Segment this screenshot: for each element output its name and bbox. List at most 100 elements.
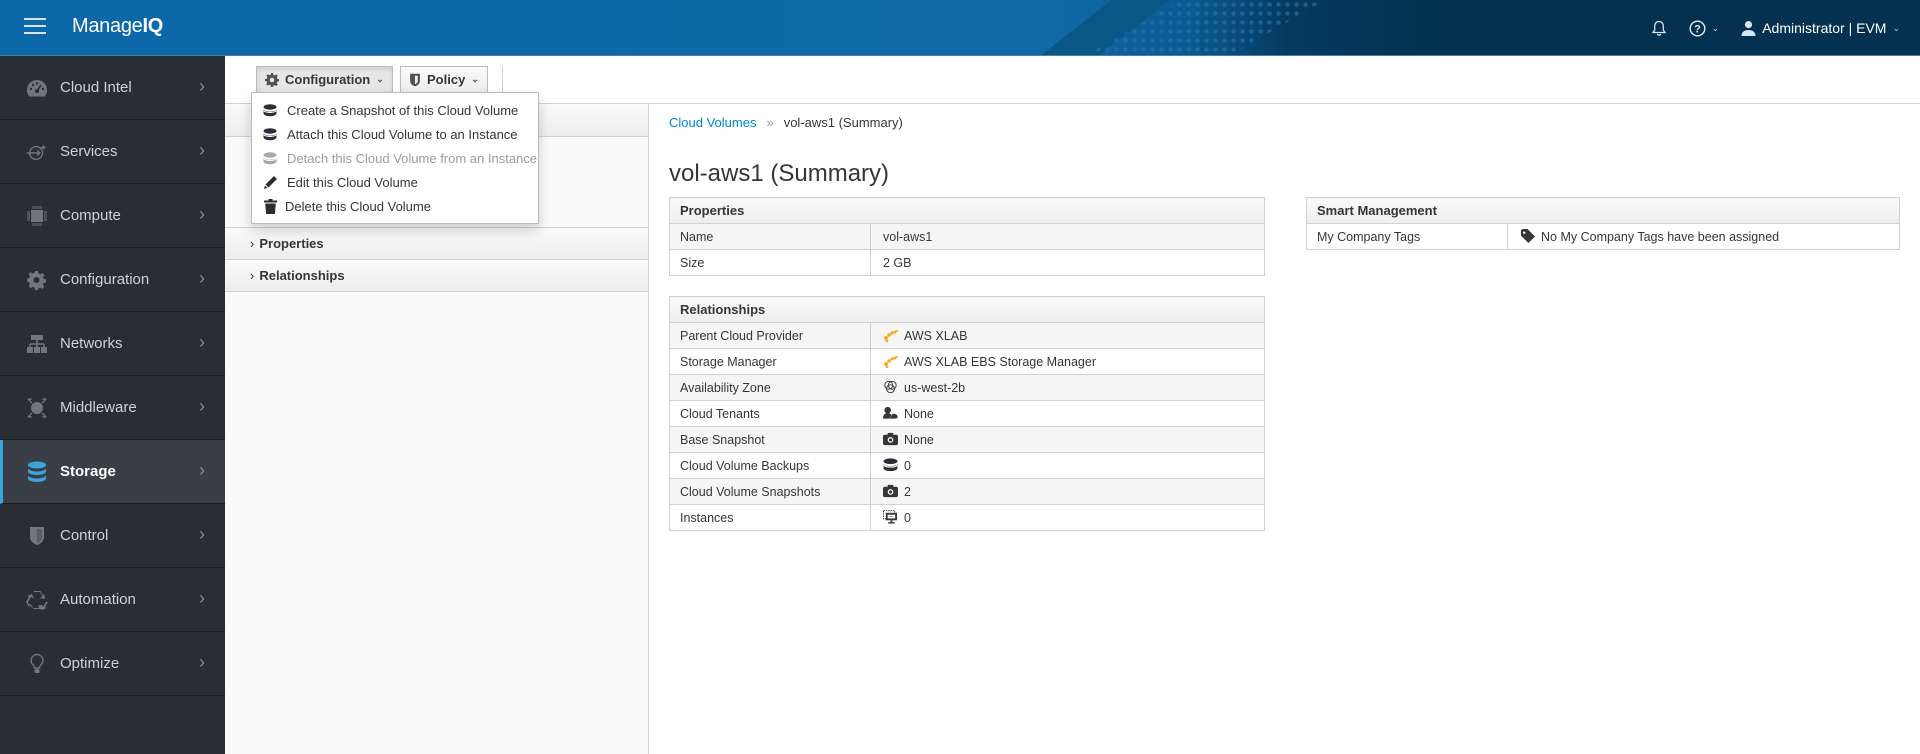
chevron-right-icon: › xyxy=(199,76,205,96)
smart-management-table: Smart Management My Company Tags No My Co… xyxy=(1306,197,1900,250)
sidebar-item-compute[interactable]: Compute › xyxy=(0,184,225,248)
chevron-right-icon: › xyxy=(199,652,205,672)
lightbulb-icon xyxy=(26,653,48,675)
table-row: Cloud Volume Backups 0 xyxy=(669,452,1265,479)
chevron-down-icon: ⌄ xyxy=(376,74,384,84)
breadcrumb-separator: » xyxy=(766,115,774,130)
table-row: Instances 0 xyxy=(669,504,1265,531)
configuration-menu-button[interactable]: Configuration ⌄ xyxy=(256,66,393,93)
table-row[interactable]: Parent Cloud Provider AWS XLAB xyxy=(669,322,1265,349)
database-icon xyxy=(262,102,278,118)
relationships-table-title: Relationships xyxy=(669,296,1265,323)
chevron-right-icon: › xyxy=(199,140,205,160)
help-menu-button[interactable]: ? ⌄ xyxy=(1689,19,1720,37)
table-row: Size 2 GB xyxy=(669,249,1265,276)
menu-item-create-snapshot[interactable]: Create a Snapshot of this Cloud Volume xyxy=(252,98,538,122)
sidebar-item-networks[interactable]: Networks › xyxy=(0,312,225,376)
pencil-icon xyxy=(262,174,278,190)
relationships-table: Relationships Parent Cloud Provider AWS X… xyxy=(669,296,1265,531)
chevron-down-icon: ⌄ xyxy=(471,74,479,84)
notifications-button[interactable] xyxy=(1651,20,1667,37)
hamburger-menu-icon[interactable] xyxy=(24,18,46,36)
smart-management-table-title: Smart Management xyxy=(1306,197,1900,224)
accordion-item-relationships[interactable]: › Relationships xyxy=(225,260,648,292)
toolbar-separator xyxy=(502,66,503,94)
chevron-right-icon: › xyxy=(199,204,205,224)
table-row[interactable]: Availability Zone us-west-2b xyxy=(669,374,1265,401)
camera-icon xyxy=(883,432,898,446)
table-row[interactable]: Cloud Volume Snapshots 2 xyxy=(669,478,1265,505)
breadcrumb-link-cloud-volumes[interactable]: Cloud Volumes xyxy=(669,115,756,130)
chevron-right-icon: › xyxy=(199,332,205,352)
database-icon xyxy=(262,126,278,142)
table-row[interactable]: Storage Manager AWS XLAB EBS Storage Mana… xyxy=(669,348,1265,375)
table-row: My Company Tags No My Company Tags have b… xyxy=(1306,223,1900,250)
configuration-dropdown-menu: Create a Snapshot of this Cloud Volume A… xyxy=(251,92,539,224)
menu-item-attach-volume[interactable]: Attach this Cloud Volume to an Instance xyxy=(252,122,538,146)
recycle-icon xyxy=(26,589,48,611)
table-row: Cloud Tenants None xyxy=(669,400,1265,427)
chevron-right-icon: › xyxy=(250,236,255,251)
database-icon xyxy=(262,150,278,166)
sidebar-item-optimize[interactable]: Optimize › xyxy=(0,632,225,696)
cloud-volume-snapshots-link[interactable]: 2 xyxy=(904,485,911,499)
aws-icon xyxy=(884,330,898,342)
chevron-down-icon: ⌄ xyxy=(1711,22,1720,33)
sidebar-item-automation[interactable]: Automation › xyxy=(0,568,225,632)
chevron-right-icon: › xyxy=(199,396,205,416)
camera-icon xyxy=(883,484,898,498)
sidebar-item-control[interactable]: Control › xyxy=(0,504,225,568)
user-label: Administrator | EVM xyxy=(1762,20,1887,36)
menu-item-delete-volume[interactable]: Delete this Cloud Volume xyxy=(252,194,538,218)
page-title: vol-aws1 (Summary) xyxy=(669,160,890,187)
policy-menu-button[interactable]: Policy ⌄ xyxy=(400,66,488,93)
zone-icon xyxy=(884,380,897,394)
shield-icon xyxy=(410,73,420,86)
gear-icon xyxy=(26,269,48,291)
chevron-right-icon: › xyxy=(199,588,205,608)
table-row: Name vol-aws1 xyxy=(669,223,1265,250)
network-icon xyxy=(26,333,48,355)
parent-cloud-provider-link[interactable]: AWS XLAB xyxy=(904,329,967,343)
gear-icon xyxy=(265,72,279,87)
properties-table-title: Properties xyxy=(669,197,1265,224)
middleware-icon xyxy=(26,397,48,419)
sidebar-nav: Cloud Intel › Services › Compute › Confi… xyxy=(0,56,225,754)
shield-icon xyxy=(26,525,48,547)
sidebar-item-services[interactable]: Services › xyxy=(0,120,225,184)
storage-manager-link[interactable]: AWS XLAB EBS Storage Manager xyxy=(904,355,1096,369)
chevron-down-icon: ⌄ xyxy=(1892,22,1900,33)
breadcrumb-current: vol-aws1 (Summary) xyxy=(783,115,903,130)
chevron-right-icon: › xyxy=(199,268,205,288)
chevron-right-icon: › xyxy=(250,268,255,283)
accordion-item-properties[interactable]: › Properties xyxy=(225,228,648,260)
properties-table: Properties Name vol-aws1 Size 2 GB xyxy=(669,197,1265,276)
tag-icon xyxy=(1520,229,1535,243)
help-icon: ? xyxy=(1689,19,1706,37)
bell-icon xyxy=(1651,20,1666,36)
chevron-right-icon: › xyxy=(199,460,205,480)
instance-icon xyxy=(883,510,898,524)
svg-text:?: ? xyxy=(1694,23,1701,35)
sidebar-item-configuration[interactable]: Configuration › xyxy=(0,248,225,312)
trash-icon xyxy=(262,198,278,214)
user-menu-button[interactable]: Administrator | EVM ⌄ xyxy=(1741,20,1900,36)
table-row: Base Snapshot None xyxy=(669,426,1265,453)
user-icon xyxy=(1741,21,1756,36)
sidebar-item-middleware[interactable]: Middleware › xyxy=(0,376,225,440)
sidebar-item-storage[interactable]: Storage › xyxy=(0,440,225,504)
chevron-right-icon: › xyxy=(199,524,205,544)
sidebar-item-cloud-intel[interactable]: Cloud Intel › xyxy=(0,56,225,120)
cpu-icon xyxy=(26,205,48,227)
menu-item-detach-volume[interactable]: Detach this Cloud Volume from an Instanc… xyxy=(252,146,538,170)
availability-zone-link[interactable]: us-west-2b xyxy=(904,381,965,395)
menu-item-edit-volume[interactable]: Edit this Cloud Volume xyxy=(252,170,538,194)
database-icon xyxy=(883,458,898,472)
brand-logo[interactable]: ManageIQ xyxy=(72,15,163,38)
database-icon xyxy=(26,461,48,483)
tenant-icon xyxy=(883,406,898,419)
masthead: ManageIQ ? ⌄ Administrator | EVM ⌄ xyxy=(0,0,1920,56)
dashboard-icon xyxy=(26,77,48,99)
aws-icon xyxy=(884,356,898,368)
breadcrumb: Cloud Volumes » vol-aws1 (Summary) xyxy=(669,115,903,130)
